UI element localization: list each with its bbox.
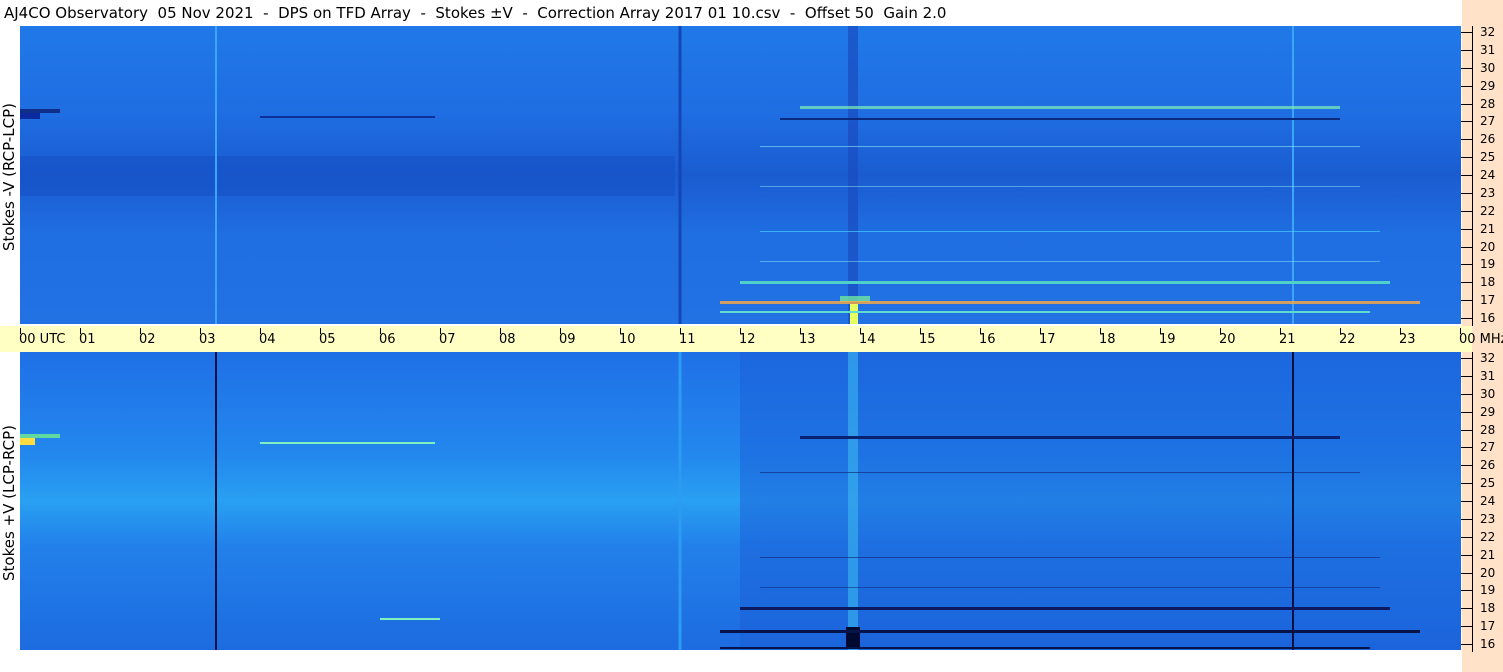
freq-tick-mark bbox=[1461, 32, 1473, 33]
freq-tick-mark bbox=[1461, 608, 1473, 609]
freq-tick-label: 16 bbox=[1480, 311, 1496, 325]
freq-tick-label: 24 bbox=[1480, 168, 1496, 182]
freq-tick-label: 23 bbox=[1480, 512, 1496, 526]
time-axis: 00 UTC 01 02 03 04 05 06 07 08 09 10 11 … bbox=[0, 326, 1503, 352]
top-panel-label: Stokes -V (RCP-LCP) bbox=[0, 103, 18, 251]
freq-tick-label: 27 bbox=[1480, 114, 1496, 128]
freq-tick-label: 26 bbox=[1480, 458, 1496, 472]
freq-tick-label: 29 bbox=[1480, 79, 1496, 93]
freq-tick-mark bbox=[1461, 86, 1473, 87]
freq-tick-mark bbox=[1461, 139, 1473, 140]
freq-tick-mark bbox=[1461, 483, 1473, 484]
freq-tick-label: 17 bbox=[1480, 293, 1496, 307]
freq-tick-mark bbox=[1461, 573, 1473, 574]
freq-tick-label: 31 bbox=[1480, 43, 1496, 57]
freq-tick-label: 18 bbox=[1480, 601, 1496, 615]
freq-tick-mark bbox=[1461, 229, 1473, 230]
freq-tick-label: 32 bbox=[1480, 351, 1496, 365]
freq-tick-label: 30 bbox=[1480, 387, 1496, 401]
freq-tick-mark bbox=[1461, 626, 1473, 627]
freq-tick-mark bbox=[1461, 501, 1473, 502]
freq-tick-mark bbox=[1461, 376, 1473, 377]
freq-tick-label: 17 bbox=[1480, 619, 1496, 633]
freq-tick-mark bbox=[1461, 247, 1473, 248]
freq-tick-label: 19 bbox=[1480, 257, 1496, 271]
freq-tick-mark bbox=[1461, 394, 1473, 395]
top-spectrogram bbox=[20, 26, 1461, 324]
freq-tick-label: 19 bbox=[1480, 583, 1496, 597]
top-freq-axis-line bbox=[1472, 26, 1473, 326]
freq-tick-label: 22 bbox=[1480, 530, 1496, 544]
freq-tick-mark bbox=[1461, 175, 1473, 176]
freq-tick-mark bbox=[1461, 519, 1473, 520]
freq-tick-mark bbox=[1461, 121, 1473, 122]
freq-tick-mark bbox=[1461, 50, 1473, 51]
freq-tick-mark bbox=[1461, 282, 1473, 283]
freq-tick-mark bbox=[1461, 264, 1473, 265]
freq-tick-mark bbox=[1461, 430, 1473, 431]
freq-tick-label: 32 bbox=[1480, 25, 1496, 39]
freq-tick-label: 25 bbox=[1480, 476, 1496, 490]
freq-tick-mark bbox=[1461, 447, 1473, 448]
freq-tick-mark bbox=[1461, 68, 1473, 69]
freq-tick-label: 30 bbox=[1480, 61, 1496, 75]
bottom-panel-label: Stokes +V (LCP-RCP) bbox=[0, 425, 18, 581]
freq-tick-label: 28 bbox=[1480, 423, 1496, 437]
freq-tick-label: 25 bbox=[1480, 150, 1496, 164]
freq-tick-label: 29 bbox=[1480, 405, 1496, 419]
freq-tick-mark bbox=[1461, 644, 1473, 645]
freq-tick-mark bbox=[1461, 193, 1473, 194]
freq-tick-mark bbox=[1461, 555, 1473, 556]
freq-tick-label: 21 bbox=[1480, 548, 1496, 562]
freq-tick-label: 28 bbox=[1480, 97, 1496, 111]
freq-tick-mark bbox=[1461, 157, 1473, 158]
freq-tick-label: 20 bbox=[1480, 566, 1496, 580]
freq-tick-mark bbox=[1461, 465, 1473, 466]
freq-tick-label: 26 bbox=[1480, 132, 1496, 146]
freq-tick-label: 18 bbox=[1480, 275, 1496, 289]
freq-tick-mark bbox=[1461, 211, 1473, 212]
chart-title: AJ4CO Observatory 05 Nov 2021 - DPS on T… bbox=[4, 4, 947, 22]
freq-tick-mark bbox=[1461, 537, 1473, 538]
bottom-spectrogram bbox=[20, 352, 1461, 650]
freq-tick-label: 31 bbox=[1480, 369, 1496, 383]
freq-tick-mark bbox=[1461, 104, 1473, 105]
freq-tick-label: 16 bbox=[1480, 637, 1496, 651]
freq-tick-mark bbox=[1461, 412, 1473, 413]
freq-tick-label: 24 bbox=[1480, 494, 1496, 508]
freq-tick-label: 20 bbox=[1480, 240, 1496, 254]
freq-tick-mark bbox=[1461, 300, 1473, 301]
bottom-freq-axis-line bbox=[1472, 352, 1473, 652]
freq-tick-label: 21 bbox=[1480, 222, 1496, 236]
freq-tick-mark bbox=[1461, 590, 1473, 591]
freq-tick-label: 27 bbox=[1480, 440, 1496, 454]
freq-tick-label: 22 bbox=[1480, 204, 1496, 218]
freq-tick-mark bbox=[1461, 318, 1473, 319]
freq-tick-mark bbox=[1461, 358, 1473, 359]
freq-tick-label: 23 bbox=[1480, 186, 1496, 200]
